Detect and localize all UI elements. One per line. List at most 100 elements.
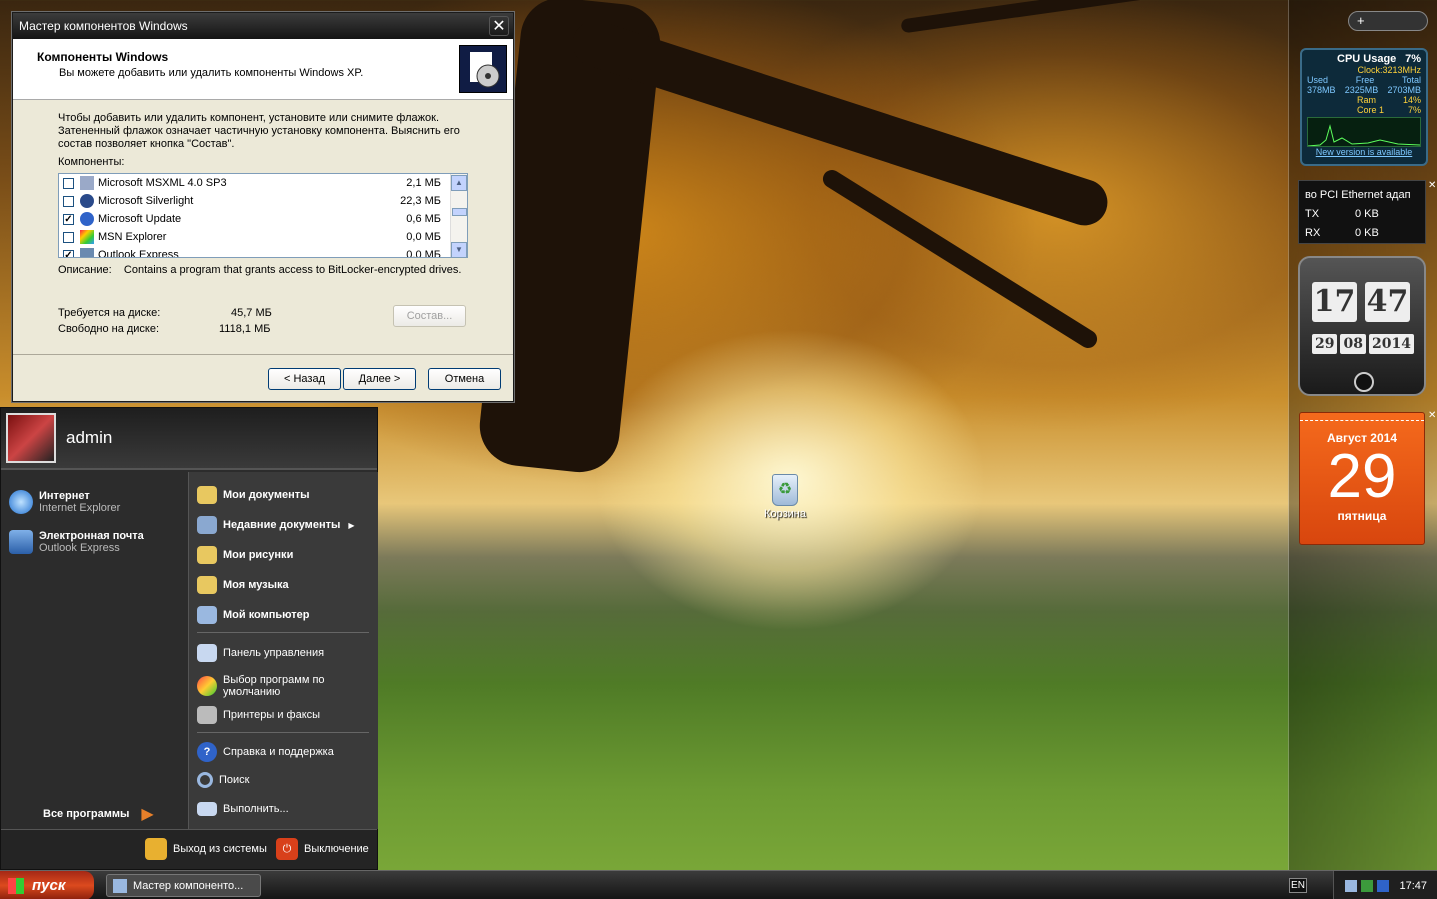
component-checkbox[interactable]: ✓ — [63, 213, 74, 225]
component-size: 2,1 МБ — [406, 177, 441, 189]
description-label: Описание: — [58, 264, 112, 276]
window-titlebar[interactable]: Мастер компонентов Windows ✕ — [13, 13, 513, 39]
component-checkbox[interactable] — [63, 177, 74, 189]
scroll-up-icon[interactable]: ▲ — [451, 175, 467, 191]
flip-hours: 17 — [1312, 282, 1357, 322]
calendar-rings — [1300, 413, 1424, 421]
start-label: пуск — [32, 877, 66, 894]
list-item[interactable]: Microsoft MSXML 4.0 SP3 2,1 МБ — [59, 174, 467, 192]
recent-icon — [197, 516, 217, 534]
network-gadget[interactable]: во PCI Ethernet адап TX 0 KB RX 0 KB — [1298, 180, 1426, 244]
component-name: Microsoft MSXML 4.0 SP3 — [98, 177, 227, 189]
component-name: Microsoft Update — [98, 213, 182, 225]
close-gadget-icon[interactable]: ✕ — [1428, 180, 1436, 191]
user-name: admin — [66, 428, 113, 447]
logoff-label: Выход из системы — [173, 843, 267, 855]
header-title: Компоненты Windows — [37, 50, 169, 64]
all-programs-label: Все программы — [43, 808, 130, 820]
component-checkbox[interactable] — [63, 195, 74, 207]
component-name: Microsoft Silverlight — [98, 195, 194, 207]
logoff-button[interactable]: Выход из системы — [145, 838, 267, 860]
taskbar-item-wizard[interactable]: Мастер компоненто... — [106, 874, 261, 897]
new-version-link[interactable]: New version is available — [1307, 147, 1421, 157]
close-button[interactable]: ✕ — [489, 16, 509, 36]
clock-knob-icon — [1354, 372, 1374, 392]
flip-month: 08 — [1340, 334, 1366, 354]
flip-day: 29 — [1312, 334, 1338, 354]
details-button[interactable]: Состав... — [393, 305, 466, 327]
my-documents[interactable]: Мои документы — [197, 486, 310, 504]
cancel-button[interactable]: Отмена — [428, 368, 501, 390]
all-programs-button[interactable]: Все программы ▶ — [43, 804, 154, 824]
components-label: Компоненты: — [58, 156, 125, 168]
language-indicator[interactable]: EN — [1289, 878, 1307, 893]
search[interactable]: Поиск — [197, 772, 249, 788]
item-label: Мой компьютер — [223, 609, 310, 621]
header-subtitle: Вы можете добавить или удалить компонент… — [59, 67, 364, 79]
item-label: Выбор программ по умолчанию — [223, 674, 325, 698]
control-panel-icon — [197, 644, 217, 662]
next-button[interactable]: Далее > — [343, 368, 416, 390]
scroll-down-icon[interactable]: ▼ — [451, 242, 467, 257]
start-menu-user: admin — [1, 408, 377, 470]
list-item[interactable]: MSN Explorer 0,0 МБ — [59, 228, 467, 246]
internet-explorer-icon — [9, 490, 33, 514]
avatar[interactable] — [6, 413, 56, 463]
required-label: Требуется на диске: — [58, 307, 161, 319]
calendar-gadget[interactable]: Август 2014 29 пятница — [1299, 412, 1425, 545]
list-item[interactable]: Microsoft Silverlight 22,3 МБ — [59, 192, 467, 210]
tx-label: TX — [1305, 208, 1320, 220]
used-value: 378MB — [1307, 85, 1336, 95]
start-menu: admin Интернет Internet Explorer Электрон… — [0, 407, 378, 870]
start-menu-left: Интернет Internet Explorer Электронная по… — [1, 472, 188, 829]
pinned-title: Интернет — [39, 490, 90, 502]
recycle-bin-label: Корзина — [764, 508, 806, 520]
my-music[interactable]: Моя музыка — [197, 576, 289, 594]
scroll-thumb[interactable] — [452, 208, 467, 216]
component-size: 22,3 МБ — [400, 195, 441, 207]
component-checkbox[interactable] — [63, 231, 74, 243]
list-scrollbar[interactable]: ▲ ▼ — [450, 174, 467, 257]
pinned-sub: Internet Explorer — [39, 502, 121, 514]
add-gadget-icon[interactable]: + — [1357, 13, 1365, 28]
calendar-weekday: пятница — [1337, 509, 1387, 523]
flip-clock-gadget[interactable]: 17 47 29 08 2014 — [1298, 256, 1426, 396]
help-support[interactable]: ? Справка и поддержка — [197, 742, 334, 762]
run[interactable]: Выполнить... — [197, 802, 289, 816]
components-list[interactable]: Microsoft MSXML 4.0 SP3 2,1 МБ Microsoft … — [58, 173, 468, 258]
power-icon: ⏻ — [276, 838, 298, 860]
start-button[interactable]: пуск — [0, 871, 94, 899]
network-tray-icon[interactable] — [1345, 879, 1358, 892]
list-item[interactable]: ✓ Microsoft Update 0,6 МБ — [59, 210, 467, 228]
sidebar-toolbar[interactable]: + — [1348, 11, 1428, 31]
control-panel[interactable]: Панель управления — [197, 644, 324, 662]
my-pictures[interactable]: Мои рисунки — [197, 546, 293, 564]
item-label: Мои рисунки — [223, 549, 294, 561]
pinned-internet[interactable]: Интернет Internet Explorer — [9, 490, 120, 514]
security-tray-icon[interactable] — [1361, 879, 1374, 892]
my-computer[interactable]: Мой компьютер — [197, 606, 310, 624]
net-title: во PCI Ethernet адап — [1305, 189, 1411, 201]
close-gadget-icon[interactable]: ✕ — [1428, 410, 1436, 421]
pinned-email[interactable]: Электронная почта Outlook Express — [9, 530, 144, 554]
cpu-percent: 7% — [1405, 53, 1421, 65]
instructions-text: Чтобы добавить или удалить компонент, ус… — [58, 112, 460, 150]
component-checkbox[interactable]: ✓ — [63, 249, 74, 257]
recycle-bin[interactable]: ♻ Корзина — [758, 474, 812, 520]
recent-documents[interactable]: Недавние документы ▶ — [197, 516, 355, 534]
calendar-day: 29 — [1327, 442, 1397, 511]
list-item[interactable]: ✓ Outlook Express 0,0 МБ — [59, 246, 467, 257]
tray-clock[interactable]: 17:47 — [1399, 880, 1427, 892]
printers-faxes[interactable]: Принтеры и факсы — [197, 706, 320, 724]
tx-value: 0 KB — [1355, 208, 1379, 220]
cpu-gadget[interactable]: CPU Usage 7% Clock:3213MHz Used Free Total … — [1300, 48, 1428, 166]
components-box-icon — [459, 45, 507, 93]
key-icon — [145, 838, 167, 860]
monitor-tray-icon[interactable] — [1377, 879, 1390, 892]
back-button[interactable]: < Назад — [268, 368, 341, 390]
shutdown-button[interactable]: ⏻ Выключение — [276, 838, 369, 860]
default-programs[interactable]: Выбор программ по умолчанию — [197, 674, 347, 698]
taskbar: пуск Мастер компоненто... EN 17:47 — [0, 870, 1437, 899]
cpu-title: CPU Usage — [1337, 53, 1397, 65]
item-label: Принтеры и факсы — [223, 709, 321, 721]
